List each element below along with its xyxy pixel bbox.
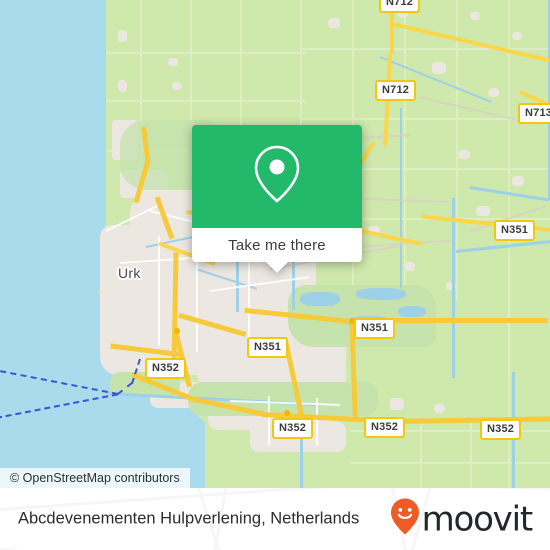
road-shield-n352: N352 <box>145 358 187 379</box>
road-shield-n712: N712 <box>379 0 421 13</box>
map-canvas[interactable]: Urk N712 N713 N351 N351 N351 N352 N352 N352 N352… <box>0 0 550 488</box>
footer-bar: Abcdevenementen Hulpverlening, Netherlan… <box>0 488 550 550</box>
take-me-there-label: Take me there <box>228 236 326 254</box>
road-shield-n712: N712 <box>375 80 417 101</box>
popup-pointer <box>266 262 288 273</box>
popup-action-bar[interactable]: Take me there <box>192 228 362 262</box>
moovit-wordmark: moovit <box>421 499 534 539</box>
location-popup-card[interactable]: Take me there <box>192 125 362 273</box>
road-shield-n351: N351 <box>354 318 396 339</box>
map-place-label-urk: Urk <box>118 265 141 281</box>
road-shield-n352: N352 <box>364 417 406 438</box>
road-shield-n351: N351 <box>247 337 289 358</box>
road-shield-n352: N352 <box>272 418 314 439</box>
popup-header <box>192 125 362 228</box>
moovit-logo[interactable]: moovit <box>390 498 534 541</box>
road-shield-n351: N351 <box>494 220 536 241</box>
road-shield-n352: N352 <box>480 419 522 440</box>
map-attribution[interactable]: © OpenStreetMap contributors <box>0 468 190 488</box>
moovit-pin-smiley-icon <box>390 498 420 541</box>
moovit-location-card: Urk N712 N713 N351 N351 N351 N352 N352 N352 N352… <box>0 0 550 550</box>
map-pin-icon <box>252 143 302 210</box>
location-title: Abcdevenementen Hulpverlening, Netherlan… <box>18 509 360 528</box>
road-shield-n713: N713 <box>518 103 550 124</box>
